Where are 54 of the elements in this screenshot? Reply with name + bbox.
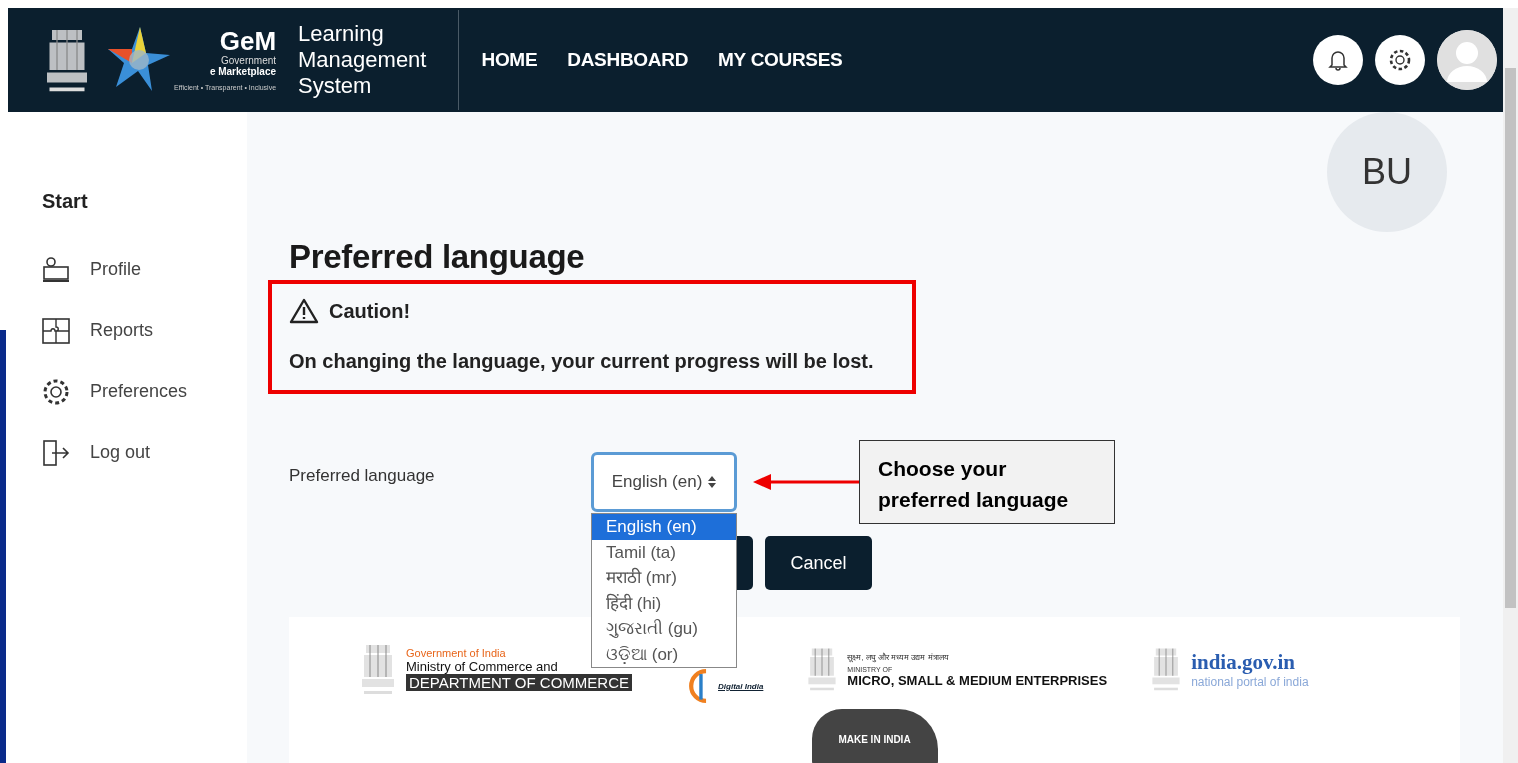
dropdown-option[interactable]: मराठी (mr) xyxy=(592,565,736,591)
field-label: Preferred language xyxy=(289,466,436,486)
notification-button[interactable] xyxy=(1313,35,1363,85)
portal-logo-text: india.gov.in xyxy=(1191,649,1296,675)
sidebar-label: Log out xyxy=(90,442,151,463)
dropdown-option[interactable]: ଓଡ଼ିଆ (or) xyxy=(592,641,736,667)
nav-link[interactable]: MY COURSES xyxy=(718,49,843,71)
lion-logo: MAKE IN INDIA xyxy=(811,709,938,763)
logo-caption: national portal of india xyxy=(1191,674,1309,689)
app-title: Learning xyxy=(298,21,385,47)
gem-logo-text: GeM xyxy=(219,27,277,55)
caution-title: Caution! xyxy=(329,299,411,323)
sidebar-label: Reports xyxy=(90,320,154,341)
settings-icon xyxy=(42,377,70,406)
sidebar-link[interactable]: Reports xyxy=(42,300,247,361)
caution-message: On changing the language, your current progress will be lost. xyxy=(289,350,875,373)
logo-caption: Digital India xyxy=(718,681,764,691)
profile-icon xyxy=(42,256,70,283)
callout-note: Choose your preferred language xyxy=(859,440,1115,524)
logo-caption: Government of India xyxy=(406,647,506,659)
nav-link[interactable]: DASHBOARD xyxy=(567,49,689,71)
sidebar-link[interactable]: Profile xyxy=(42,239,247,300)
logo-caption: Ministry of Commerce and xyxy=(406,659,558,674)
settings-button[interactable] xyxy=(1375,35,1425,85)
dropdown-option[interactable]: ગુજરાતી (gu) xyxy=(592,616,736,642)
puzzle-icon xyxy=(42,317,70,344)
scrollbar[interactable] xyxy=(1503,8,1518,763)
logo-caption: DEPARTMENT OF COMMERCE xyxy=(406,674,632,691)
dropdown-option[interactable]: हिंदी (hi) xyxy=(592,590,736,616)
sidebar-label: Profile xyxy=(90,259,142,280)
logo-subtitle: Government xyxy=(221,55,277,66)
logout-icon xyxy=(42,438,70,467)
sidebar-link[interactable]: Preferences xyxy=(42,361,247,422)
nav-link[interactable]: HOME xyxy=(481,49,538,71)
bell-icon xyxy=(1327,49,1349,71)
settings-icon xyxy=(1388,48,1412,72)
sidebar-heading: Start xyxy=(42,190,89,213)
page-title: Preferred language xyxy=(289,238,586,276)
app-title: System xyxy=(298,73,373,99)
cancel-button[interactable]: Cancel xyxy=(765,536,872,590)
logo-subtitle: e Marketplace xyxy=(209,66,277,78)
dropdown-option[interactable]: Tamil (ta) xyxy=(592,539,736,565)
user-initials: BU xyxy=(1327,112,1447,232)
sidebar-label: Preferences xyxy=(90,381,188,402)
logo-caption: MICRO, SMALL & MEDIUM ENTERPRISES xyxy=(847,672,1108,688)
warning-icon xyxy=(289,298,319,324)
language-select[interactable]: English (en) xyxy=(591,452,737,512)
star-logo-icon xyxy=(108,27,170,93)
logo-caption: सूक्ष्म, लघु और मध्यम उद्यम मंत्रालय xyxy=(847,651,949,662)
sidebar-link[interactable]: Log out xyxy=(42,422,247,483)
dropdown-option[interactable]: English (en) xyxy=(592,514,736,540)
sort-icon xyxy=(708,476,717,488)
user-avatar[interactable] xyxy=(1437,30,1497,90)
app-title: Management xyxy=(298,47,427,73)
